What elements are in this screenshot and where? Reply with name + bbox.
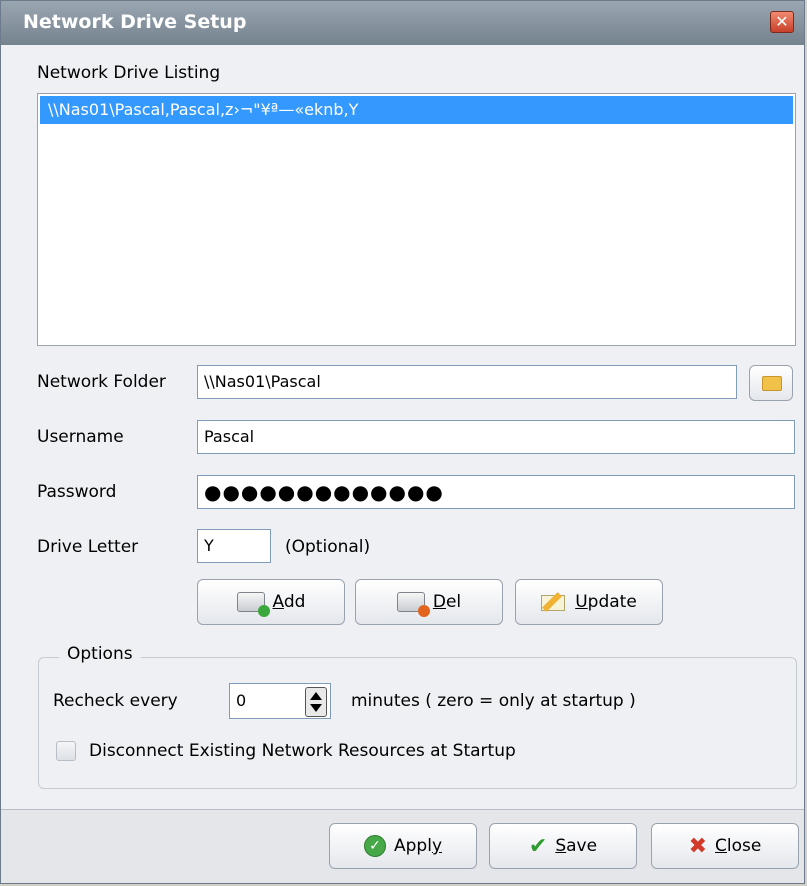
window-close-icon[interactable]: ✕ (770, 11, 794, 33)
update-button-label: Update (575, 592, 637, 612)
username-label: Username (37, 427, 124, 447)
apply-button-label: Apply (394, 836, 442, 856)
network-drive-listbox[interactable]: \\Nas01\Pascal,Pascal,z›¬"¥ª—«eknb,Y (37, 93, 796, 346)
listing-label: Network Drive Listing (37, 63, 221, 83)
network-folder-input[interactable]: \\Nas01\Pascal (197, 365, 737, 399)
recheck-minutes-stepper[interactable]: 0 (229, 683, 331, 719)
options-group (38, 657, 797, 789)
add-button-label: Add (272, 592, 306, 612)
drive-letter-input[interactable]: Y (197, 529, 271, 563)
delete-button-label: Del (432, 592, 462, 612)
password-label: Password (37, 482, 117, 502)
delete-button[interactable]: Del (355, 579, 503, 625)
stepper-buttons[interactable] (305, 687, 327, 717)
update-icon (541, 592, 567, 612)
save-button[interactable]: ✔ Save (489, 823, 637, 869)
window-title: Network Drive Setup (23, 11, 247, 33)
checkmark-icon: ✔ (528, 833, 548, 859)
add-drive-icon (236, 592, 270, 617)
list-item[interactable]: \\Nas01\Pascal,Pascal,z›¬"¥ª—«eknb,Y (40, 96, 793, 124)
folder-icon (762, 376, 782, 391)
update-button[interactable]: Update (515, 579, 663, 625)
delete-drive-icon (396, 592, 430, 617)
network-drive-setup-window: Network Drive Setup ✕ Network Drive List… (0, 0, 805, 884)
recheck-suffix: minutes ( zero = only at startup ) (351, 691, 636, 711)
stepper-up-icon[interactable] (310, 692, 322, 700)
disconnect-label[interactable]: Disconnect Existing Network Resources at… (89, 741, 516, 761)
recheck-minutes-value[interactable]: 0 (236, 684, 246, 718)
apply-icon: ✓ (364, 835, 386, 857)
username-input[interactable]: Pascal (197, 420, 795, 454)
drive-letter-hint: (Optional) (285, 537, 371, 557)
password-input[interactable]: ●●●●●●●●●●●●● (197, 475, 795, 509)
title-bar[interactable]: Network Drive Setup ✕ (1, 1, 804, 45)
add-button[interactable]: Add (197, 579, 345, 625)
browse-folder-button[interactable] (749, 365, 793, 401)
stepper-down-icon[interactable] (310, 704, 322, 712)
recheck-label: Recheck every (53, 691, 178, 711)
network-folder-label: Network Folder (37, 372, 166, 392)
save-button-label: Save (555, 836, 598, 856)
close-button[interactable]: ✖ Close (651, 823, 799, 869)
red-x-icon: ✖ (688, 833, 708, 859)
close-button-label: Close (715, 836, 762, 856)
disconnect-checkbox[interactable] (56, 741, 76, 761)
options-legend: Options (59, 644, 141, 664)
apply-button[interactable]: ✓ Apply (329, 823, 477, 869)
drive-letter-label: Drive Letter (37, 537, 139, 557)
